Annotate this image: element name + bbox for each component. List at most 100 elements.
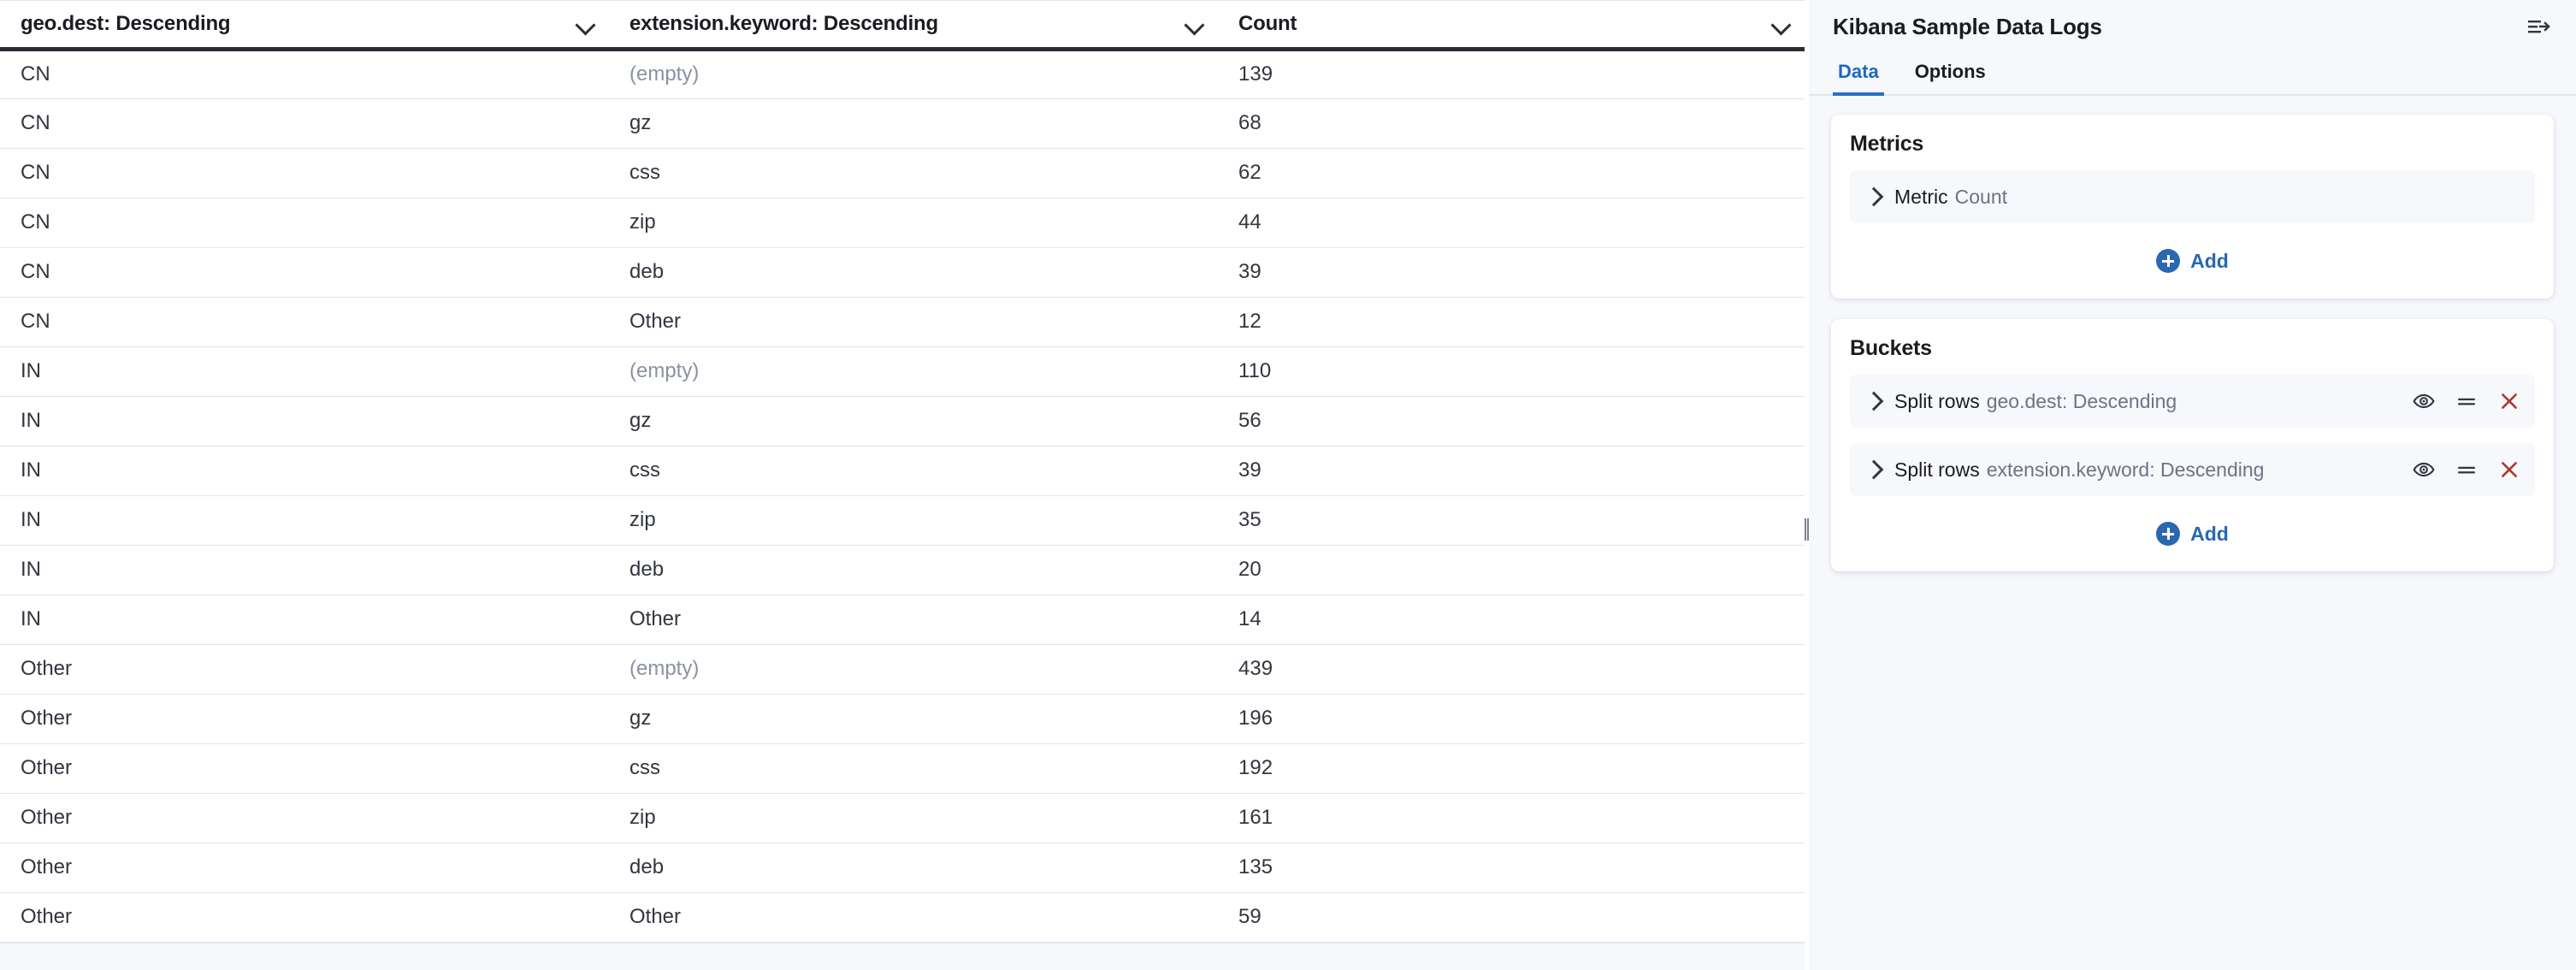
cell-count: 59 [1218, 892, 1805, 943]
table-row: IN (empty) 110 [0, 346, 1805, 397]
cell-extension-keyword: (empty) [609, 49, 1218, 99]
buckets-card: Buckets Split rows geo.dest: Descending [1831, 319, 2554, 571]
table-body: CN (empty) 139 CN gz 68 CN css 62 CN zip 44 CN deb 39 C… [0, 49, 1805, 943]
cell-geo-dest: CN [0, 98, 609, 149]
cell-count: 68 [1218, 98, 1805, 149]
drag-handle-icon[interactable] [2455, 458, 2479, 482]
cell-count: 110 [1218, 346, 1805, 397]
cell-geo-dest: Other [0, 892, 609, 943]
table-row: CN (empty) 139 [0, 49, 1805, 99]
bucket-value: extension.keyword: Descending [1986, 458, 2265, 481]
cell-count: 20 [1218, 545, 1805, 595]
buckets-title: Buckets [1850, 336, 1932, 360]
cell-extension-keyword: deb [609, 545, 1218, 595]
cell-extension-keyword: deb [609, 247, 1218, 298]
add-metric-button[interactable]: Add [1850, 242, 2535, 280]
cell-geo-dest: IN [0, 545, 609, 595]
table-row: Other Other 59 [0, 892, 1805, 943]
cell-geo-dest: IN [0, 495, 609, 546]
cell-geo-dest: Other [0, 793, 609, 843]
chevron-right-icon[interactable] [1862, 186, 1884, 208]
cell-count: 56 [1218, 396, 1805, 447]
table-row: CN css 62 [0, 148, 1805, 198]
cell-geo-dest: CN [0, 49, 609, 99]
column-header-label: extension.keyword: Descending [629, 11, 938, 35]
cell-geo-dest: Other [0, 694, 609, 744]
cell-extension-keyword: Other [609, 594, 1218, 645]
bucket-row-extension-keyword[interactable]: Split rows extension.keyword: Descending [1850, 443, 2535, 496]
tab-data[interactable]: Data [1833, 61, 1884, 96]
table-header-row: geo.dest: Descending extension.keyword: … [0, 1, 1805, 51]
cell-extension-keyword: gz [609, 396, 1218, 447]
cell-geo-dest: CN [0, 247, 609, 298]
cell-extension-keyword: (empty) [609, 644, 1218, 695]
cell-geo-dest: IN [0, 446, 609, 496]
cell-extension-keyword: Other [609, 297, 1218, 347]
cell-extension-keyword: (empty) [609, 346, 1218, 397]
column-header-extension-keyword[interactable]: extension.keyword: Descending [609, 1, 1218, 51]
bucket-label: Split rows [1894, 389, 1980, 412]
table-row: IN deb 20 [0, 545, 1805, 595]
drag-handle-icon[interactable] [2455, 389, 2479, 413]
cell-extension-keyword: zip [609, 793, 1218, 843]
plus-circle-icon [2156, 249, 2181, 273]
metric-row-count[interactable]: Metric Count [1850, 170, 2535, 223]
remove-icon[interactable] [2497, 458, 2521, 482]
table-row: Other css 192 [0, 743, 1805, 794]
panel-resize-handle[interactable] [1805, 0, 1809, 970]
metrics-title: Metrics [1850, 132, 1924, 156]
collapse-panel-icon[interactable] [2525, 12, 2554, 41]
chevron-down-icon[interactable] [575, 13, 597, 35]
cell-count: 192 [1218, 743, 1805, 794]
table-row: Other gz 196 [0, 694, 1805, 744]
tab-options[interactable]: Options [1910, 61, 1991, 96]
cell-count: 139 [1218, 49, 1805, 99]
chevron-right-icon[interactable] [1862, 390, 1884, 412]
cell-count: 62 [1218, 148, 1805, 198]
table-row: CN deb 39 [0, 247, 1805, 298]
metric-value: Count [1954, 185, 2007, 208]
table-row: IN gz 56 [0, 396, 1805, 447]
cell-geo-dest: IN [0, 346, 609, 397]
cell-geo-dest: CN [0, 198, 609, 248]
drag-grip-icon[interactable] [1805, 518, 1809, 541]
cell-geo-dest: Other [0, 843, 609, 893]
data-table: geo.dest: Descending extension.keyword: … [0, 1, 1805, 943]
bucket-label: Split rows [1894, 458, 1980, 481]
eye-icon[interactable] [2412, 458, 2436, 482]
column-header-geo-dest[interactable]: geo.dest: Descending [0, 1, 609, 51]
config-pane: Kibana Sample Data Logs Data Options Met… [1809, 0, 2576, 970]
config-panels: Metrics Metric Count Add Buckets Split r… [1809, 96, 2576, 970]
visualization-editor: geo.dest: Descending extension.keyword: … [0, 0, 2576, 970]
table-row: CN Other 12 [0, 297, 1805, 347]
table-row: Other deb 135 [0, 843, 1805, 893]
chevron-down-icon[interactable] [1770, 13, 1793, 35]
chevron-right-icon[interactable] [1862, 458, 1884, 481]
table-row: IN zip 35 [0, 495, 1805, 546]
remove-icon[interactable] [2497, 389, 2521, 413]
cell-extension-keyword: deb [609, 843, 1218, 893]
add-metric-label: Add [2190, 249, 2229, 272]
cell-extension-keyword: css [609, 743, 1218, 794]
column-header-count[interactable]: Count [1218, 1, 1805, 51]
column-header-label: Count [1238, 11, 1297, 35]
cell-extension-keyword: gz [609, 694, 1218, 744]
eye-icon[interactable] [2412, 389, 2436, 413]
cell-extension-keyword: gz [609, 98, 1218, 149]
plus-circle-icon [2156, 522, 2181, 546]
column-header-label: geo.dest: Descending [21, 11, 231, 35]
cell-count: 161 [1218, 793, 1805, 843]
add-bucket-label: Add [2190, 522, 2229, 545]
chevron-down-icon[interactable] [1184, 13, 1206, 35]
bucket-row-geo-dest[interactable]: Split rows geo.dest: Descending [1850, 375, 2535, 428]
table-header: geo.dest: Descending extension.keyword: … [0, 1, 1805, 51]
cell-geo-dest: CN [0, 148, 609, 198]
bucket-actions [2412, 389, 2521, 413]
cell-count: 135 [1218, 843, 1805, 893]
cell-extension-keyword: css [609, 148, 1218, 198]
metric-label: Metric [1894, 185, 1948, 208]
cell-count: 12 [1218, 297, 1805, 347]
add-bucket-button[interactable]: Add [1850, 515, 2535, 553]
cell-geo-dest: Other [0, 644, 609, 695]
config-header: Kibana Sample Data Logs [1809, 0, 2576, 53]
